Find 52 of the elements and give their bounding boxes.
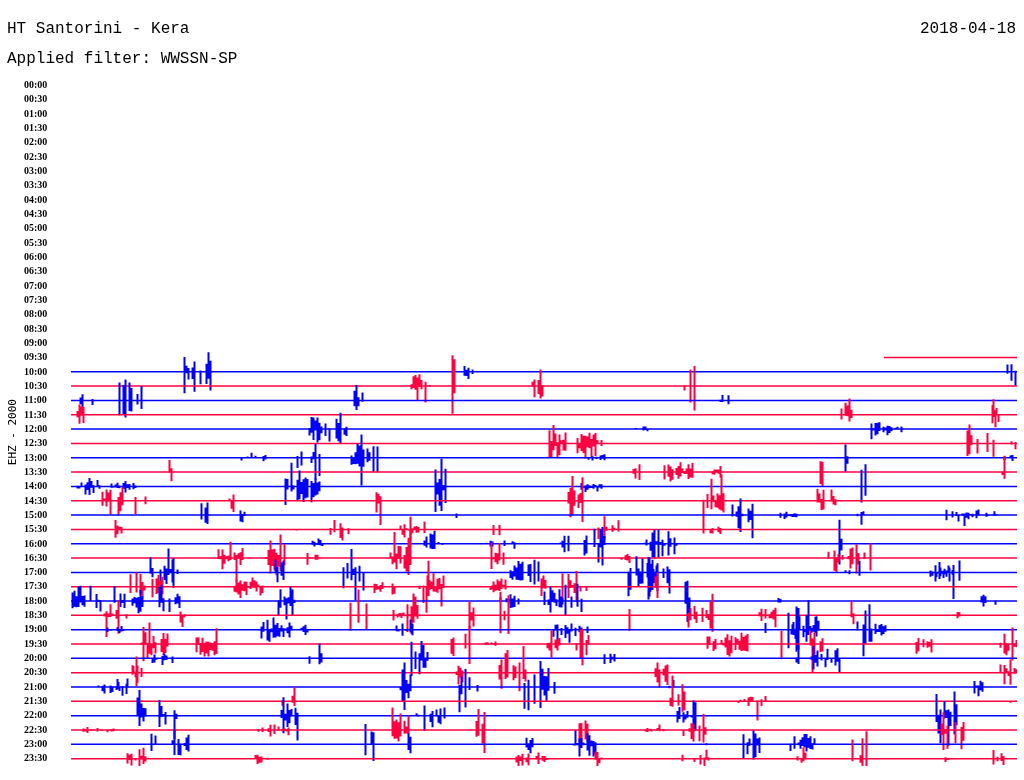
channel-label: EHZ - 2000 (5, 398, 19, 466)
time-label: 13:30 (24, 464, 49, 479)
time-label: 00:00 (24, 78, 49, 92)
time-label: 03:00 (24, 163, 49, 178)
time-label: 15:00 (24, 507, 49, 522)
time-label: 09:30 (24, 350, 49, 365)
time-label: 02:30 (24, 149, 49, 164)
time-label: 10:00 (24, 364, 49, 379)
time-label: 12:30 (24, 436, 49, 451)
time-label: 05:30 (24, 235, 49, 250)
time-label: 04:00 (24, 192, 49, 207)
time-label: 04:30 (24, 206, 49, 221)
time-label: 00:30 (24, 92, 49, 107)
time-label: 23:00 (24, 737, 49, 752)
time-label: 01:00 (24, 106, 49, 121)
time-label: 19:30 (24, 636, 49, 651)
time-label: 20:00 (24, 651, 49, 666)
time-label: 17:30 (24, 579, 49, 594)
time-label: 18:00 (24, 593, 49, 608)
station-title: HT Santorini - Kera (7, 20, 190, 40)
time-label: 11:30 (24, 407, 48, 422)
time-label: 06:30 (24, 264, 49, 279)
time-label: 07:30 (24, 292, 49, 307)
date-label: 2018-04-18 (920, 20, 1016, 40)
time-label: 16:30 (24, 550, 49, 565)
time-label: 14:30 (24, 493, 49, 508)
time-label: 12:00 (24, 421, 49, 436)
time-label: 18:30 (24, 608, 49, 623)
time-label: 22:00 (24, 708, 49, 723)
time-label: 23:30 (24, 751, 49, 766)
time-label: 16:00 (24, 536, 49, 551)
time-label: 21:30 (24, 694, 49, 709)
time-label: 14:00 (24, 479, 49, 494)
time-label: 10:30 (24, 378, 49, 393)
time-label: 08:00 (24, 307, 49, 322)
time-label: 03:30 (24, 178, 49, 193)
time-label: 09:00 (24, 335, 49, 350)
time-label: 22:30 (24, 722, 49, 737)
time-label: 06:00 (24, 249, 49, 264)
time-label: 05:00 (24, 221, 49, 236)
filter-label: Applied filter: WWSSN-SP (6, 49, 239, 70)
time-label: 13:00 (24, 450, 49, 465)
time-label: 11:00 (24, 393, 48, 408)
time-label: 15:30 (24, 522, 49, 537)
time-label: 02:00 (24, 135, 49, 150)
time-label: 17:00 (24, 565, 49, 580)
time-label: 08:30 (24, 321, 49, 336)
time-label: 21:00 (24, 679, 49, 694)
time-label: 19:00 (24, 622, 49, 637)
time-label: 20:30 (24, 665, 49, 680)
time-label: 07:00 (24, 278, 49, 293)
time-label: 01:30 (24, 121, 49, 135)
